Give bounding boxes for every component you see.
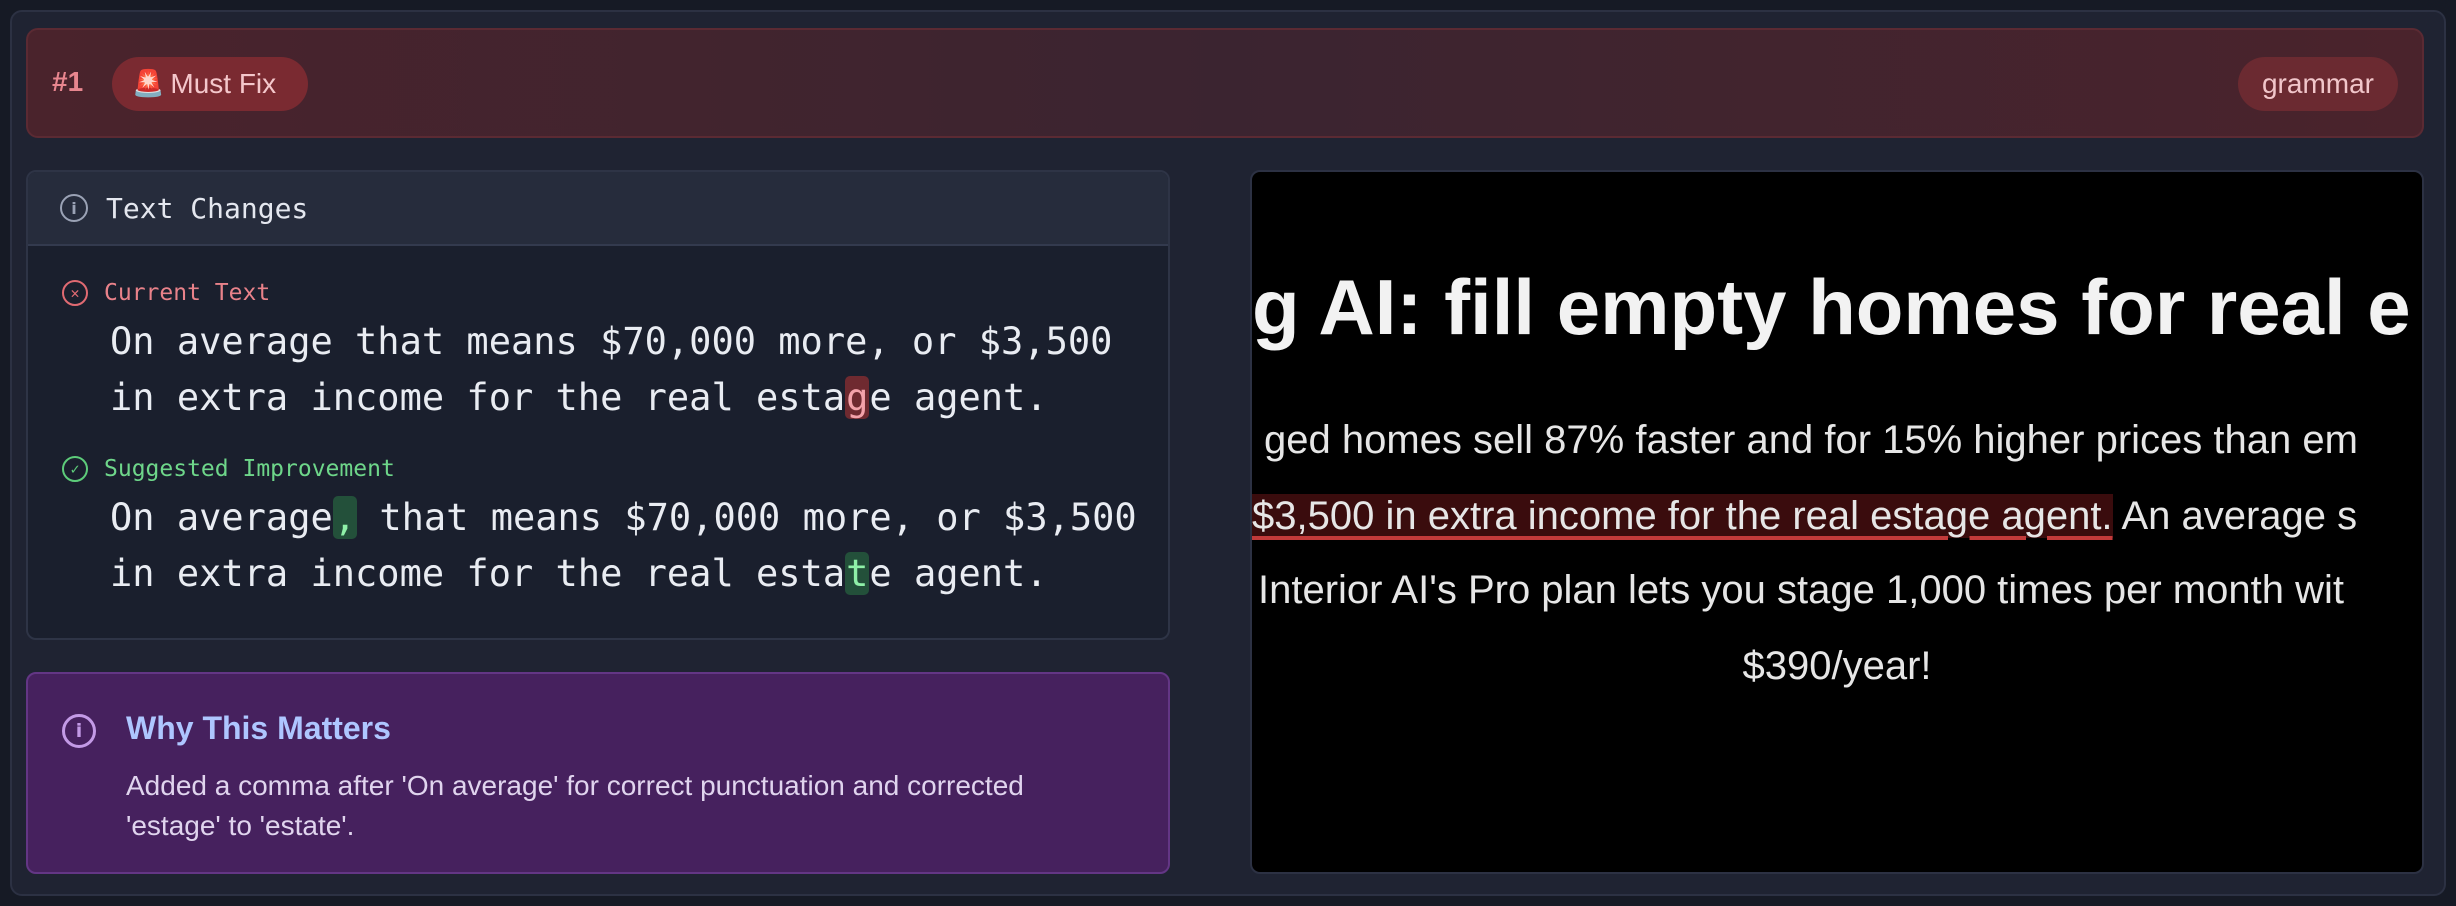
issue-header: #1 🚨 Must Fix grammar [26, 28, 2424, 138]
issue-number: #1 [52, 66, 84, 97]
preview-line-2: $3,500 in extra income for the real esta… [1252, 494, 2357, 539]
info-icon: i [62, 714, 96, 748]
preview-line-3: Interior AI's Pro plan lets you stage 1,… [1258, 568, 2344, 612]
current-text-label-text: Current Text [104, 280, 271, 306]
severity-badge: 🚨 Must Fix [112, 57, 308, 111]
text-changes-panel: i Text Changes ✕ Current Text On average… [26, 170, 1170, 640]
preview-heading: g AI: fill empty homes for real e [1252, 263, 2411, 351]
current-line1: On average that means $70,000 more, or $… [110, 320, 1113, 363]
current-removed-char: g [845, 376, 870, 419]
suggested-line1-before: On average [110, 496, 333, 539]
category-tag: grammar [2237, 57, 2398, 111]
current-line2-before: in extra income for the real esta [110, 376, 846, 419]
why-title: Why This Matters [126, 710, 391, 746]
preview-line-4: $390/year! [1742, 644, 1932, 688]
screenshot-preview: g AI: fill empty homes for real e ged ho… [1250, 170, 2424, 874]
check-circle-icon: ✓ [62, 456, 88, 482]
suggested-text-label: ✓ Suggested Improvement [62, 456, 395, 482]
current-text: On average that means $70,000 more, or $… [110, 314, 1160, 426]
suggested-line2-after: e agent. [869, 552, 1048, 595]
severity-label: Must Fix [170, 68, 277, 99]
suggested-line2-before: in extra income for the real esta [110, 552, 846, 595]
current-line2-after: e agent. [869, 376, 1048, 419]
preview-line-1: ged homes sell 87% faster and for 15% hi… [1264, 418, 2358, 462]
preview-highlighted-error: $3,500 in extra income for the real esta… [1252, 494, 2113, 538]
text-changes-title: Text Changes [106, 191, 309, 225]
preview-line-2-after: An average s [2112, 494, 2358, 538]
close-circle-icon: ✕ [62, 280, 88, 306]
suggested-text: On average, that means $70,000 more, or … [110, 490, 1160, 602]
suggested-added-comma: , [332, 496, 358, 539]
text-changes-header: i Text Changes [28, 172, 1168, 246]
suggested-line1-after: that means $70,000 more, or $3,500 [357, 496, 1137, 539]
suggested-text-label-text: Suggested Improvement [104, 456, 395, 482]
suggested-added-char: t [845, 552, 870, 595]
why-this-matters-panel: i Why This Matters Added a comma after '… [26, 672, 1170, 874]
siren-icon: 🚨 [132, 69, 165, 99]
info-icon: i [60, 194, 88, 222]
why-body: Added a comma after 'On average' for cor… [126, 770, 1024, 841]
current-text-label: ✕ Current Text [62, 280, 270, 306]
